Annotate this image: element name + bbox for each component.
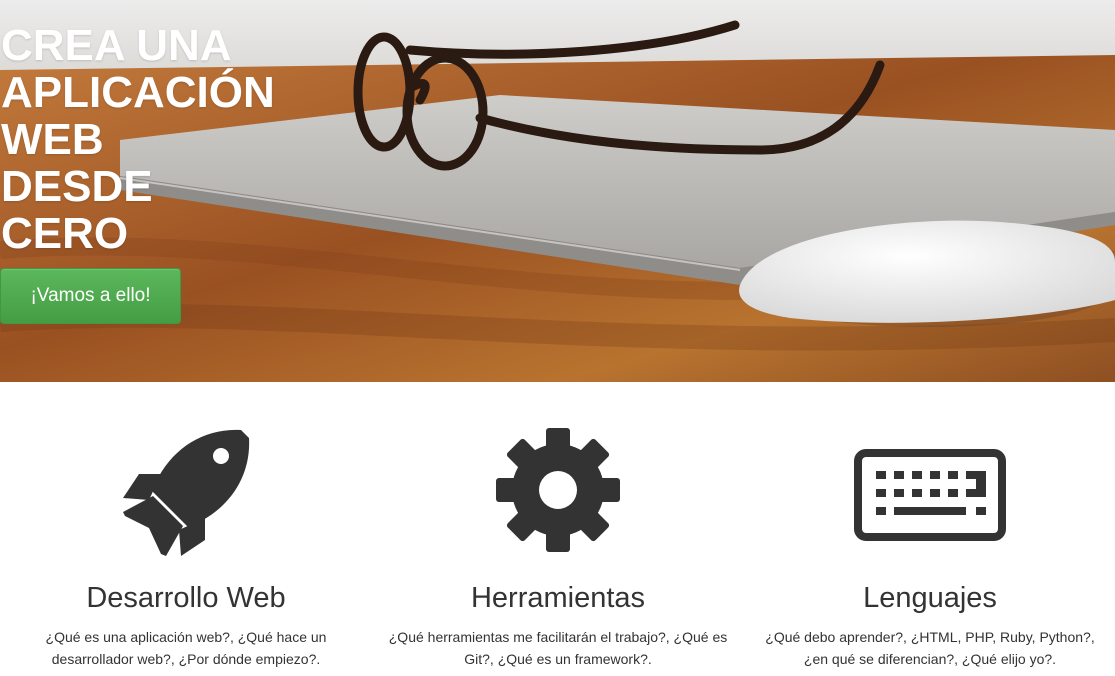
feature-description: ¿Qué debo aprender?, ¿HTML, PHP, Ruby, P… [744,626,1115,670]
hero-title: CREA UNA APLICACIÓN WEB DESDE CERO [1,22,301,257]
feature-description-line: ¿en qué se diferencian?, ¿Qué elijo yo?. [803,651,1057,667]
feature-title: Lenguajes [863,582,997,614]
feature-description-line: ¿Qué debo aprender?, ¿HTML, PHP, Ruby, P… [765,629,1095,645]
feature-description-line: ¿Qué herramientas me facilitarán el trab… [388,629,728,645]
feature-description-line: ¿Qué es una aplicación web?, ¿Qué hace u… [45,629,327,645]
feature-description-line: desarrollador web?, ¿Por dónde empiezo?. [51,651,321,667]
hero-title-line: DESDE [1,162,153,211]
cta-button[interactable]: ¡Vamos a ello! [0,268,181,324]
feature-description: ¿Qué herramientas me facilitarán el trab… [372,626,744,670]
feature-description-line: Git?, ¿Qué es un framework?. [464,651,652,667]
rocket-icon [123,429,250,556]
hero-banner: CREA UNA APLICACIÓN WEB DESDE CERO ¡Vamo… [0,0,1115,382]
gear-icon [496,428,620,552]
keyboard-icon [854,449,1006,541]
hero-title-line: WEB [1,115,104,164]
features-section: Desarrollo Web ¿Qué es una aplicación we… [0,382,1115,676]
hero-title-line: APLICACIÓN [1,68,275,117]
hero-title-line: CREA UNA [1,21,232,70]
feature-description: ¿Qué es una aplicación web?, ¿Qué hace u… [0,626,372,670]
feature-title: Desarrollo Web [86,582,286,614]
hero-title-line: CERO [1,209,129,258]
feature-title: Herramientas [470,582,646,614]
